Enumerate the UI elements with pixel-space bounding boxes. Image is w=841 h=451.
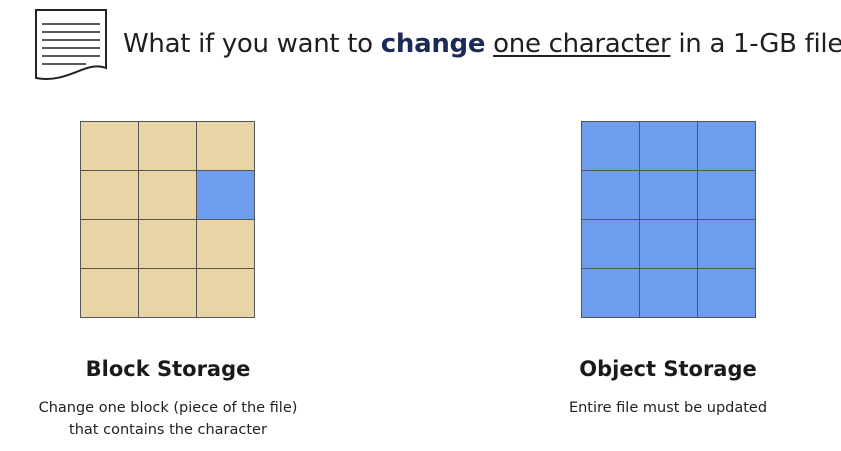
block-cell-r0-c0 xyxy=(81,122,139,171)
block-cell-r3-c2 xyxy=(197,269,255,318)
document-icon xyxy=(28,8,112,86)
headline-bold-word: change xyxy=(380,29,486,59)
object-cell-r3-c0-changed xyxy=(582,269,640,318)
block-cell-r0-c1 xyxy=(139,122,197,171)
block-storage-description-line1: Change one block (piece of the file) xyxy=(38,400,298,416)
object-cell-r1-c2-changed xyxy=(698,171,756,220)
headline-underlined-phrase: one character xyxy=(493,29,671,59)
block-cell-r2-c0 xyxy=(81,220,139,269)
block-cell-r3-c1 xyxy=(139,269,197,318)
object-cell-r2-c2-changed xyxy=(698,220,756,269)
object-storage-title: Object Storage xyxy=(579,357,757,381)
block-cell-r1-c1 xyxy=(139,171,197,220)
block-cell-r1-c0 xyxy=(81,171,139,220)
headline-prefix: What if you want to xyxy=(123,29,381,59)
block-storage-description-line2: that contains the character xyxy=(69,422,267,438)
block-storage-grid xyxy=(80,121,255,318)
block-storage-title: Block Storage xyxy=(85,357,251,381)
object-storage-grid xyxy=(581,121,756,318)
block-cell-r2-c1 xyxy=(139,220,197,269)
object-cell-r2-c0-changed xyxy=(582,220,640,269)
object-cell-r2-c1-changed xyxy=(640,220,698,269)
headline-suffix: in a 1-GB file? xyxy=(670,29,841,59)
object-cell-r0-c1-changed xyxy=(640,122,698,171)
block-cell-r0-c2 xyxy=(197,122,255,171)
block-cell-r1-c2-changed xyxy=(197,171,255,220)
object-cell-r3-c1-changed xyxy=(640,269,698,318)
object-cell-r3-c2-changed xyxy=(698,269,756,318)
object-cell-r1-c0-changed xyxy=(582,171,640,220)
object-cell-r0-c0-changed xyxy=(582,122,640,171)
object-storage-description: Entire file must be updated xyxy=(568,400,768,416)
object-cell-r1-c1-changed xyxy=(640,171,698,220)
object-cell-r0-c2-changed xyxy=(698,122,756,171)
headline: What if you want to change one character… xyxy=(123,26,841,62)
headline-space xyxy=(485,29,493,59)
block-cell-r2-c2 xyxy=(197,220,255,269)
block-cell-r3-c0 xyxy=(81,269,139,318)
block-storage-description: Change one block (piece of the file) tha… xyxy=(6,397,330,441)
